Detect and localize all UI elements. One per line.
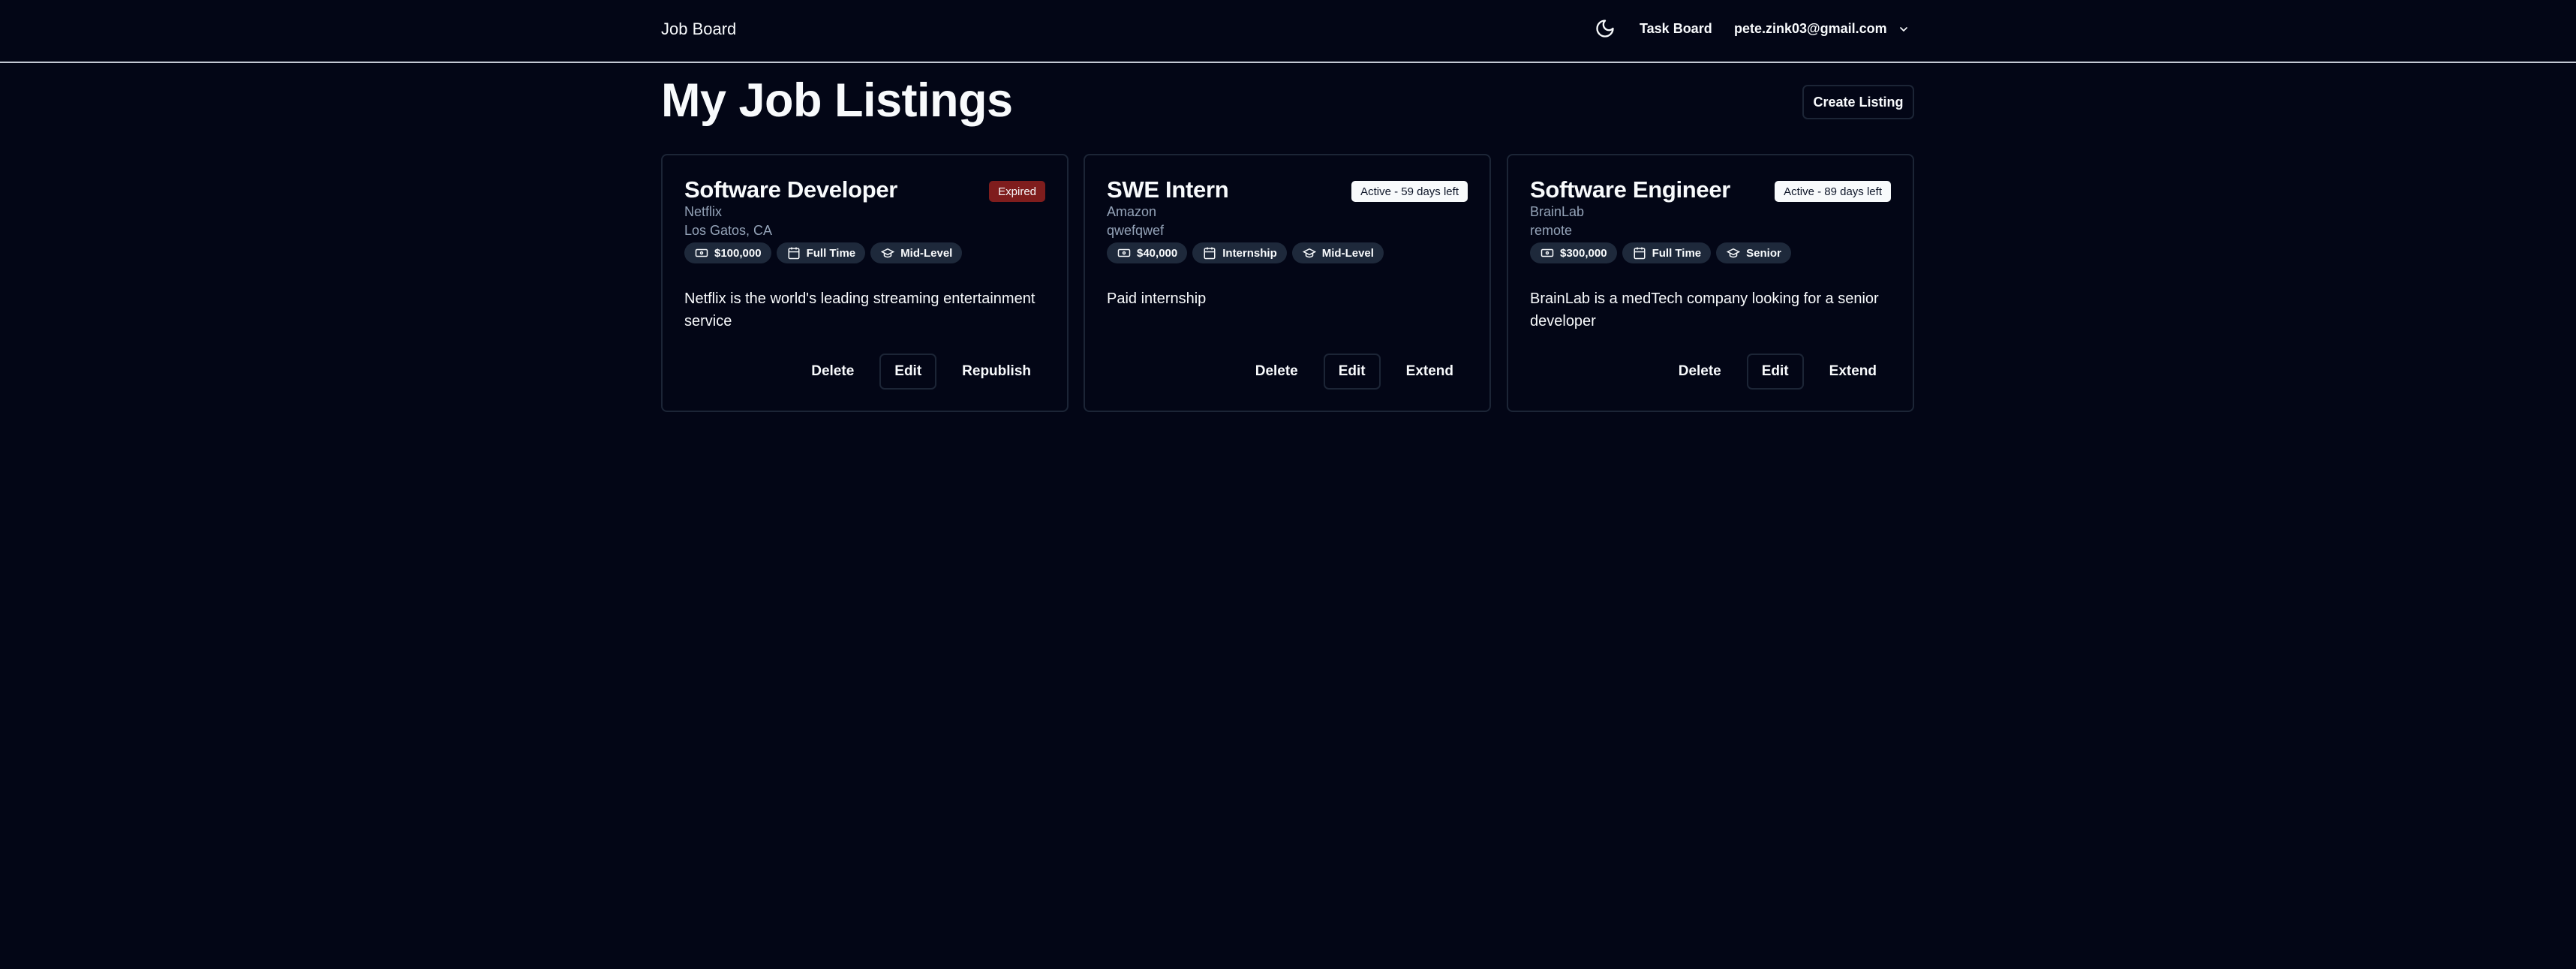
status-badge: Active - 89 days left: [1775, 181, 1891, 202]
job-listing-card: Software Developer Expired Netflix Los G…: [661, 154, 1069, 412]
task-board-link[interactable]: Task Board: [1640, 21, 1712, 37]
calendar-icon: [1204, 247, 1216, 260]
extend-button[interactable]: Extend: [1391, 354, 1468, 390]
listing-description: Paid internship: [1107, 290, 1207, 307]
listing-company: Netflix: [684, 204, 723, 219]
listing-tags: $300,000 Full Time Senior: [1530, 242, 1791, 263]
listing-location: remote: [1530, 223, 1573, 238]
graduation-cap-icon: [1302, 248, 1316, 258]
salary-chip: $300,000: [1530, 242, 1617, 263]
type-label: Internship: [1222, 246, 1277, 260]
job-listing-card: SWE Intern Active - 59 days left Amazon …: [1084, 154, 1491, 412]
type-label: Full Time: [806, 246, 856, 260]
listing-actions: Delete Edit Republish: [796, 354, 1046, 390]
salary-label: $40,000: [1137, 246, 1178, 260]
edit-button[interactable]: Edit: [1746, 354, 1804, 390]
level-label: Senior: [1746, 246, 1781, 260]
level-label: Mid-Level: [1321, 246, 1374, 260]
banknote-icon: [1117, 248, 1131, 257]
listing-description: Netflix is the world's leading streaming…: [684, 290, 1036, 330]
republish-button[interactable]: Republish: [947, 354, 1046, 390]
level-chip: Mid-Level: [1291, 242, 1384, 263]
type-label: Full Time: [1652, 246, 1702, 260]
type-chip: Full Time: [776, 242, 866, 263]
banknote-icon: [1540, 248, 1554, 257]
level-label: Mid-Level: [900, 246, 953, 260]
extend-button[interactable]: Extend: [1814, 354, 1892, 390]
graduation-cap-icon: [881, 248, 895, 258]
salary-chip: $40,000: [1107, 242, 1188, 263]
calendar-icon: [1634, 247, 1646, 260]
listing-location: qwefqwef: [1107, 223, 1165, 238]
top-navbar: Job Board Task Board pete.zink03@gmail.c…: [0, 0, 2576, 63]
graduation-cap-icon: [1727, 248, 1741, 258]
listing-title: Software Engineer: [1530, 176, 1731, 203]
salary-label: $100,000: [714, 246, 762, 260]
edit-button[interactable]: Edit: [1323, 354, 1381, 390]
create-listing-button[interactable]: Create Listing: [1802, 85, 1914, 119]
listing-actions: Delete Edit Extend: [1240, 354, 1468, 390]
status-badge: Expired: [989, 181, 1045, 202]
chevron-down-icon: [1899, 26, 1907, 32]
user-email: pete.zink03@gmail.com: [1734, 21, 1887, 36]
salary-chip: $100,000: [684, 242, 771, 263]
listing-company: BrainLab: [1530, 204, 1585, 219]
page-title: My Job Listings: [661, 74, 1013, 127]
moon-icon[interactable]: [1595, 18, 1616, 41]
user-menu-button[interactable]: pete.zink03@gmail.com: [1734, 21, 1910, 37]
type-chip: Internship: [1192, 242, 1287, 263]
type-chip: Full Time: [1622, 242, 1712, 263]
banknote-icon: [695, 248, 708, 257]
calendar-icon: [788, 247, 800, 260]
listing-tags: $100,000 Full Time Mid-Level: [684, 242, 963, 263]
delete-button[interactable]: Delete: [796, 354, 869, 390]
edit-button[interactable]: Edit: [879, 354, 937, 390]
listing-title: SWE Intern: [1107, 176, 1229, 203]
level-chip: Mid-Level: [870, 242, 963, 263]
listing-description: BrainLab is a medTech company looking fo…: [1530, 290, 1879, 330]
status-badge: Active - 59 days left: [1351, 181, 1468, 202]
listing-company: Amazon: [1107, 204, 1157, 219]
listing-location: Los Gatos, CA: [684, 223, 773, 238]
listing-title: Software Developer: [684, 176, 898, 203]
salary-label: $300,000: [1560, 246, 1607, 260]
delete-button[interactable]: Delete: [1240, 354, 1313, 390]
listing-tags: $40,000 Internship Mid-Level: [1107, 242, 1384, 263]
level-chip: Senior: [1716, 242, 1791, 263]
delete-button[interactable]: Delete: [1664, 354, 1736, 390]
job-listing-card: Software Engineer Active - 89 days left …: [1507, 154, 1914, 412]
listing-actions: Delete Edit Extend: [1664, 354, 1892, 390]
brand-link[interactable]: Job Board: [661, 20, 736, 39]
